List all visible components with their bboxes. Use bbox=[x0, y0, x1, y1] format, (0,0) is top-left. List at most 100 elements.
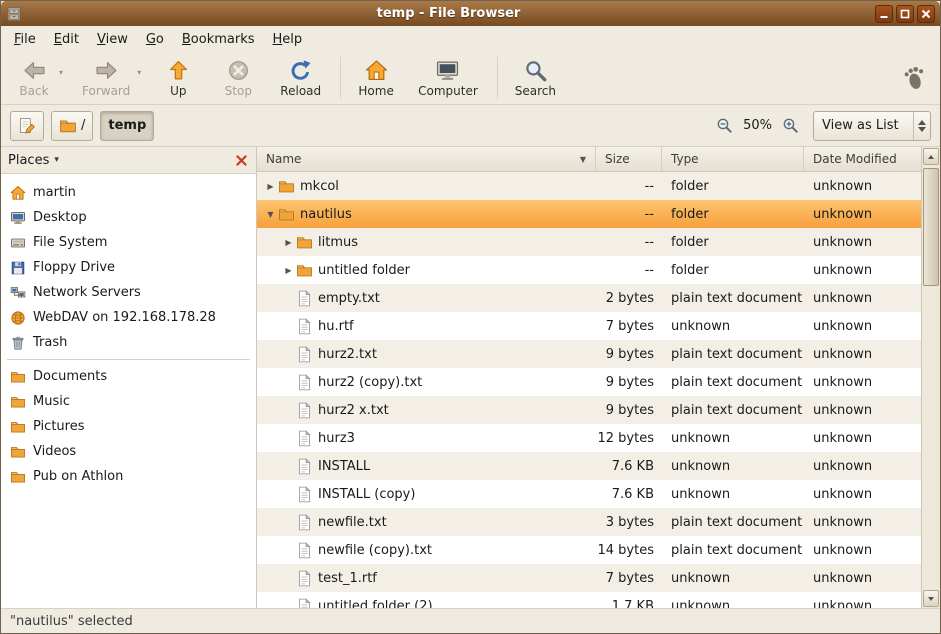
expander-expanded-icon[interactable]: ▼ bbox=[263, 210, 278, 219]
column-header-date-modified[interactable]: Date Modified bbox=[804, 147, 921, 171]
sidebar-item-documents[interactable]: Documents bbox=[1, 364, 256, 389]
menu-edit[interactable]: Edit bbox=[45, 28, 88, 51]
file-name: hu.rtf bbox=[318, 319, 354, 334]
cell-name: untitled folder (2) bbox=[257, 598, 596, 609]
folder-icon bbox=[10, 394, 26, 410]
expander-collapsed-icon[interactable]: ▶ bbox=[263, 182, 278, 191]
file-row[interactable]: ▶mkcol--folderunknown bbox=[257, 172, 921, 200]
cell-name: hurz2 (copy).txt bbox=[257, 374, 596, 391]
sidebar-item-pictures[interactable]: Pictures bbox=[1, 414, 256, 439]
zoom-in-button[interactable] bbox=[782, 117, 799, 134]
expander-collapsed-icon[interactable]: ▶ bbox=[281, 266, 296, 275]
menu-bookmarks[interactable]: Bookmarks bbox=[173, 28, 264, 51]
sidebar-item-martin[interactable]: martin bbox=[1, 180, 256, 205]
toolbar-up-button[interactable]: Up bbox=[151, 54, 205, 102]
cell-type: folder bbox=[662, 235, 804, 250]
scrollbar-thumb[interactable] bbox=[923, 168, 939, 286]
edit-location-icon bbox=[18, 117, 36, 135]
menu-view[interactable]: View bbox=[88, 28, 137, 51]
scrollbar-track[interactable] bbox=[922, 166, 940, 589]
file-row[interactable]: hu.rtf7 bytesunknownunknown bbox=[257, 312, 921, 340]
file-row[interactable]: ▶untitled folder--folderunknown bbox=[257, 256, 921, 284]
zoom-out-button[interactable] bbox=[716, 117, 733, 134]
toolbar-computer-button[interactable]: Computer bbox=[409, 54, 487, 102]
file-row[interactable]: empty.txt2 bytesplain text documentunkno… bbox=[257, 284, 921, 312]
cell-name: ▼nautilus bbox=[257, 206, 596, 223]
home-icon bbox=[10, 185, 26, 201]
toolbar-back-button[interactable]: Back bbox=[7, 54, 61, 102]
file-row[interactable]: ▼nautilus--folderunknown bbox=[257, 200, 921, 228]
menu-help[interactable]: Help bbox=[264, 28, 312, 51]
path-root-button[interactable]: / bbox=[51, 111, 93, 141]
sidebar-item-label: Pub on Athlon bbox=[33, 469, 123, 484]
cell-name: newfile (copy).txt bbox=[257, 542, 596, 559]
folder-icon bbox=[296, 234, 313, 251]
file-row[interactable]: hurz2 x.txt9 bytesplain text documentunk… bbox=[257, 396, 921, 424]
cell-name: test_1.rtf bbox=[257, 570, 596, 587]
toggle-location-entry-button[interactable] bbox=[10, 111, 44, 141]
file-name: untitled folder (2) bbox=[318, 599, 433, 609]
expander-collapsed-icon[interactable]: ▶ bbox=[281, 238, 296, 247]
file-row[interactable]: untitled folder (2)1.7 KBunknownunknown bbox=[257, 592, 921, 608]
toolbar-reload-button[interactable]: Reload bbox=[271, 54, 330, 102]
window-controls bbox=[875, 5, 935, 23]
maximize-button[interactable] bbox=[896, 5, 914, 23]
file-row[interactable]: INSTALL7.6 KBunknownunknown bbox=[257, 452, 921, 480]
toolbar-back-dropdown-caret[interactable]: ▾ bbox=[59, 48, 63, 96]
menu-file[interactable]: File bbox=[5, 28, 45, 51]
folder-icon bbox=[278, 206, 295, 223]
minimize-button[interactable] bbox=[875, 5, 893, 23]
file-row[interactable]: newfile.txt3 bytesplain text documentunk… bbox=[257, 508, 921, 536]
cell-name: INSTALL (copy) bbox=[257, 486, 596, 503]
cell-type: plain text document bbox=[662, 403, 804, 418]
sidebar-item-videos[interactable]: Videos bbox=[1, 439, 256, 464]
file-row[interactable]: hurz2.txt9 bytesplain text documentunkno… bbox=[257, 340, 921, 368]
column-header-type[interactable]: Type bbox=[662, 147, 804, 171]
toolbar-reload-label: Reload bbox=[280, 84, 321, 98]
scroll-up-button[interactable] bbox=[923, 148, 939, 165]
toolbar-stop-label: Stop bbox=[225, 84, 252, 98]
column-header-size[interactable]: Size bbox=[596, 147, 662, 171]
sidebar-item-file-system[interactable]: File System bbox=[1, 230, 256, 255]
file-row[interactable]: hurz2 (copy).txt9 bytesplain text docume… bbox=[257, 368, 921, 396]
file-name: test_1.rtf bbox=[318, 571, 377, 586]
status-text: "nautilus" selected bbox=[10, 614, 133, 629]
toolbar-search-button[interactable]: Search bbox=[506, 54, 565, 102]
menu-go[interactable]: Go bbox=[137, 28, 173, 51]
toolbar-forward-dropdown-caret[interactable]: ▾ bbox=[137, 48, 141, 96]
scroll-down-button[interactable] bbox=[923, 590, 939, 607]
sidebar-item-network-servers[interactable]: Network Servers bbox=[1, 280, 256, 305]
vertical-scrollbar[interactable] bbox=[921, 147, 940, 608]
sidebar-item-webdav[interactable]: WebDAV on 192.168.178.28 bbox=[1, 305, 256, 330]
close-sidebar-icon[interactable] bbox=[234, 153, 249, 168]
file-row[interactable]: newfile (copy).txt14 bytesplain text doc… bbox=[257, 536, 921, 564]
file-row[interactable]: hurz312 bytesunknownunknown bbox=[257, 424, 921, 452]
file-name: INSTALL bbox=[318, 459, 370, 474]
toolbar-stop-button[interactable]: Stop bbox=[211, 54, 265, 102]
file-row[interactable]: INSTALL (copy)7.6 KBunknownunknown bbox=[257, 480, 921, 508]
file-row[interactable]: test_1.rtf7 bytesunknownunknown bbox=[257, 564, 921, 592]
view-mode-select[interactable]: View as List bbox=[813, 111, 931, 141]
sidebar-item-trash[interactable]: Trash bbox=[1, 330, 256, 355]
trash-icon bbox=[10, 335, 26, 351]
close-button[interactable] bbox=[917, 5, 935, 23]
location-bar: / temp 50% View as List bbox=[1, 105, 940, 147]
sidebar-item-floppy-drive[interactable]: Floppy Drive bbox=[1, 255, 256, 280]
toolbar-forward-button[interactable]: Forward bbox=[73, 54, 139, 102]
column-header-name[interactable]: Name ▼ bbox=[257, 147, 596, 171]
path-current-button[interactable]: temp bbox=[100, 111, 154, 141]
places-selector[interactable]: Places ▾ bbox=[8, 153, 59, 168]
cell-size: 1.7 KB bbox=[596, 599, 662, 609]
titlebar[interactable]: temp - File Browser bbox=[1, 1, 940, 26]
sidebar-item-label: Videos bbox=[33, 444, 76, 459]
sidebar-item-desktop[interactable]: Desktop bbox=[1, 205, 256, 230]
folder-icon bbox=[10, 369, 26, 385]
file-row[interactable]: ▶litmus--folderunknown bbox=[257, 228, 921, 256]
cell-name: hu.rtf bbox=[257, 318, 596, 335]
cell-modified: unknown bbox=[804, 571, 921, 586]
sidebar-item-pub-on-athlon[interactable]: Pub on Athlon bbox=[1, 464, 256, 489]
toolbar-home-button[interactable]: Home bbox=[349, 54, 403, 102]
sidebar-item-music[interactable]: Music bbox=[1, 389, 256, 414]
cell-name: ▶mkcol bbox=[257, 178, 596, 195]
sidebar-item-label: Trash bbox=[33, 335, 67, 350]
